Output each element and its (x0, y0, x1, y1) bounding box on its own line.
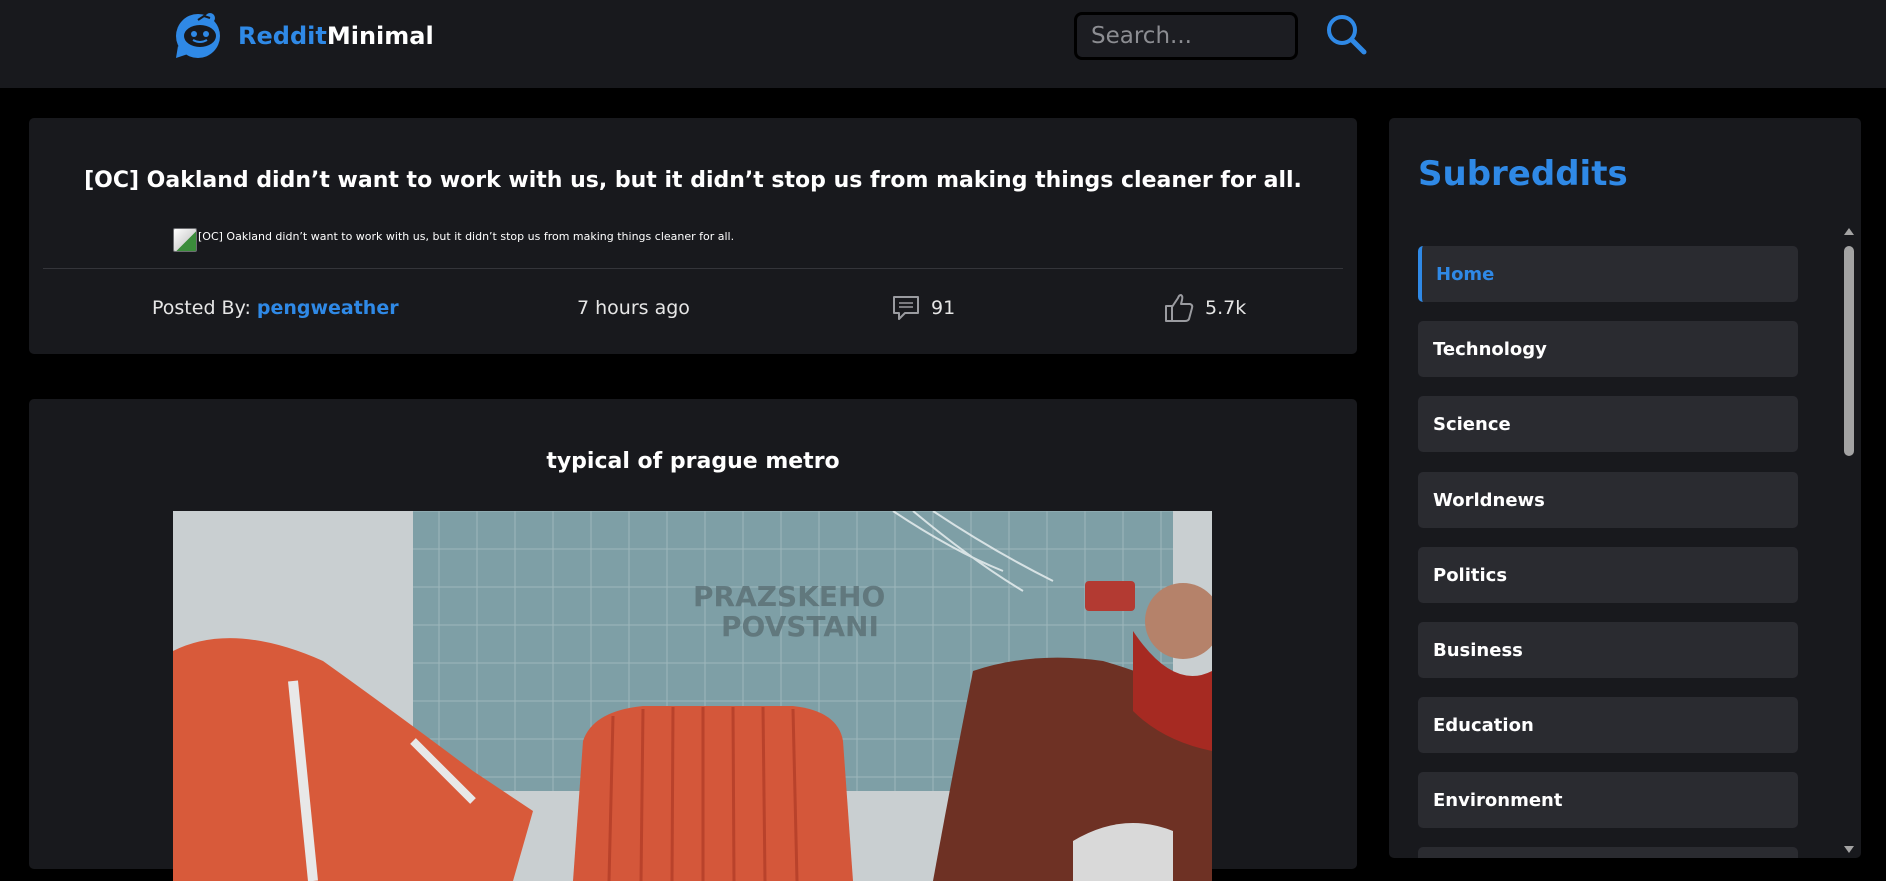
sidebar-item-science[interactable]: Science (1418, 396, 1798, 452)
posted-by-label: Posted By: (152, 297, 251, 319)
sidebar-item-technology[interactable]: Technology (1418, 321, 1798, 377)
post-title[interactable]: typical of prague metro (29, 449, 1357, 474)
post-image-alt-text: [OC] Oakland didn’t want to work with us… (198, 230, 735, 243)
sidebar-item-home[interactable]: Home (1418, 246, 1798, 302)
sidebar-item-politics[interactable]: Politics (1418, 547, 1798, 603)
post-timestamp: 7 hours ago (577, 297, 690, 319)
post-author-link[interactable]: pengweather (257, 297, 399, 319)
post-comments-button[interactable]: 91 (891, 293, 955, 323)
post-card: [OC] Oakland didn’t want to work with us… (29, 118, 1357, 354)
reddit-logo-icon[interactable] (174, 12, 224, 60)
logo-text-reddit: Reddit (238, 22, 327, 50)
top-header: RedditMinimal (0, 0, 1886, 88)
metro-photo-illustration: PRAZSKEHO POVSTANI (173, 511, 1212, 881)
thumbs-up-icon (1165, 294, 1194, 322)
subreddits-sidebar: Subreddits Home Technology Science World… (1389, 118, 1861, 858)
post-title[interactable]: [OC] Oakland didn’t want to work with us… (29, 168, 1357, 193)
broken-image-icon (173, 228, 197, 252)
scroll-up-arrow-icon[interactable] (1844, 228, 1854, 235)
post-divider (43, 268, 1343, 269)
sidebar-item-business[interactable]: Business (1418, 622, 1798, 678)
sidebar-item-education[interactable]: Education (1418, 697, 1798, 753)
search-input[interactable] (1074, 12, 1298, 60)
scrollbar-thumb[interactable] (1844, 246, 1854, 456)
svg-text:PRAZSKEHO: PRAZSKEHO (693, 580, 885, 613)
sidebar-item-environment[interactable]: Environment (1418, 772, 1798, 828)
comments-count: 91 (931, 297, 956, 319)
post-likes-button[interactable]: 5.7k (1163, 293, 1246, 323)
likes-count: 5.7k (1205, 297, 1247, 319)
scroll-down-arrow-icon[interactable] (1844, 846, 1854, 853)
sidebar-item-more[interactable] (1418, 847, 1798, 858)
logo-text-minimal: Minimal (326, 22, 434, 50)
sidebar-scrollbar[interactable] (1842, 226, 1856, 857)
sidebar-item-worldnews[interactable]: Worldnews (1418, 472, 1798, 528)
sidebar-title: Subreddits (1418, 154, 1628, 194)
svg-text:POVSTANI: POVSTANI (721, 610, 879, 643)
post-image: [OC] Oakland didn’t want to work with us… (173, 228, 734, 252)
post-card: typical of prague metro PRAZSKEHO POVSTA… (29, 399, 1357, 881)
comment-icon (893, 296, 919, 320)
app-logo-text[interactable]: RedditMinimal (238, 22, 434, 50)
search-icon[interactable] (1324, 12, 1368, 56)
post-author-info: Posted By: pengweather (152, 293, 399, 323)
post-image[interactable]: PRAZSKEHO POVSTANI (173, 511, 1212, 881)
